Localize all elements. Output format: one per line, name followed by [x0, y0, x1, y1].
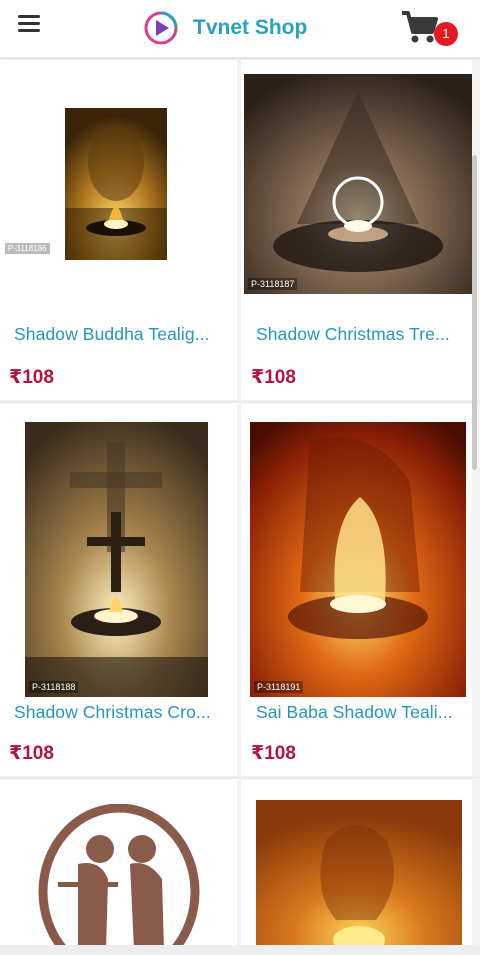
- hamburger-menu-icon[interactable]: [18, 15, 44, 39]
- sku-tag: P-3118191: [254, 681, 304, 693]
- product-card[interactable]: [241, 780, 472, 950]
- buddha-tealight-image: [65, 108, 167, 260]
- app-header: Tvnet Shop 1: [0, 0, 480, 58]
- radha-krishna-cutout-image: [38, 804, 200, 950]
- sai-baba-tealight-image: [250, 422, 466, 697]
- product-title[interactable]: Shadow Christmas Tre...: [256, 324, 470, 345]
- product-image[interactable]: [65, 108, 167, 260]
- product-title[interactable]: Sai Baba Shadow Teali...: [256, 702, 470, 723]
- product-price: ₹108: [251, 367, 296, 388]
- product-card[interactable]: [0, 780, 237, 950]
- ganesha-tealight-image: [256, 800, 462, 950]
- product-card[interactable]: P-3118187 Shadow Christmas Tre... ₹108: [241, 60, 472, 400]
- product-price: ₹108: [9, 743, 54, 764]
- row-divider: [0, 777, 480, 778]
- product-image[interactable]: P-3118188: [25, 422, 208, 697]
- app-name: Tvnet Shop: [193, 16, 308, 39]
- scrollbar[interactable]: [472, 155, 477, 470]
- product-image[interactable]: P-3118191: [250, 422, 466, 697]
- sku-tag: P-3118186: [5, 243, 50, 254]
- sku-tag: P-3118188: [29, 681, 79, 693]
- product-price: ₹108: [251, 743, 296, 764]
- christmas-tree-tealight-image: [244, 74, 472, 294]
- cart-count-badge: 1: [434, 22, 458, 46]
- product-card[interactable]: P-3118191 Sai Baba Shadow Teali... ₹108: [241, 404, 472, 776]
- bottom-edge: [0, 945, 480, 955]
- product-image[interactable]: P-3118187: [244, 74, 472, 294]
- row-divider: [0, 401, 480, 402]
- product-title[interactable]: Shadow Buddha Tealig...: [14, 324, 230, 345]
- product-title[interactable]: Shadow Christmas Cro...: [14, 702, 230, 723]
- shopping-cart-icon: [402, 11, 438, 43]
- play-logo-icon: [144, 11, 178, 45]
- product-image[interactable]: [256, 800, 462, 950]
- product-price: ₹108: [9, 367, 54, 388]
- christmas-cross-tealight-image: [25, 422, 208, 697]
- sku-tag: P-3118187: [248, 278, 298, 290]
- product-image[interactable]: [38, 804, 200, 950]
- cart-button[interactable]: 1: [400, 10, 460, 50]
- product-card[interactable]: P-3118186 Shadow Buddha Tealig... ₹108: [0, 60, 237, 400]
- app-logo[interactable]: Tvnet Shop: [143, 8, 307, 48]
- product-card[interactable]: P-3118188 Shadow Christmas Cro... ₹108: [0, 404, 237, 776]
